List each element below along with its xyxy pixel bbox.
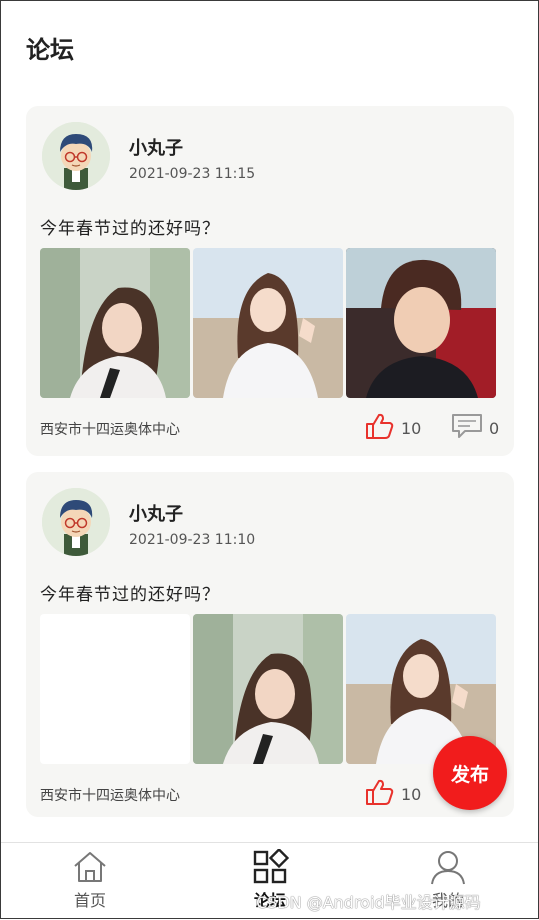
comment-count: 0 [489, 418, 500, 438]
thumbs-up-icon [365, 412, 395, 444]
home-icon [71, 849, 109, 885]
like-count: 10 [401, 784, 422, 804]
post-photo[interactable] [193, 248, 343, 398]
username: 小丸子 [129, 138, 183, 159]
post-card[interactable]: 小丸子 2021-09-23 11:15 今年春节过的还好吗？ 西安市十四运奥体… [26, 106, 514, 456]
like-button[interactable]: 10 [365, 778, 422, 810]
tab-home[interactable]: 首页 [30, 843, 150, 920]
comment-icon [451, 412, 483, 444]
like-count: 10 [401, 418, 422, 438]
post-location: 西安市十四运奥体中心 [40, 422, 180, 438]
thumbs-up-icon [365, 778, 395, 810]
page-title: 论坛 [26, 36, 74, 64]
post-time: 2021-09-23 11:15 [129, 166, 256, 182]
post-time: 2021-09-23 11:10 [129, 532, 256, 548]
app-header: 论坛 [0, 0, 539, 90]
publish-button[interactable]: 发布 [433, 736, 507, 810]
comment-button[interactable]: 0 [451, 414, 499, 442]
post-text: 今年春节过的还好吗？ [40, 219, 220, 239]
post-photos [40, 614, 496, 764]
like-button[interactable]: 10 [365, 412, 422, 444]
post-photo[interactable] [193, 614, 343, 764]
post-photos [40, 248, 496, 398]
user-icon [429, 849, 467, 885]
tab-label: 首页 [73, 891, 106, 910]
grid-icon [251, 847, 290, 885]
post-location: 西安市十四运奥体中心 [40, 788, 180, 804]
post-photo[interactable] [40, 248, 190, 398]
username: 小丸子 [129, 504, 183, 525]
post-photo-blank[interactable] [40, 614, 190, 764]
post-text: 今年春节过的还好吗？ [40, 585, 220, 605]
avatar[interactable] [42, 122, 110, 190]
post-photo[interactable] [346, 248, 496, 398]
watermark: CSDN @Android毕业设计源码 [256, 893, 481, 912]
avatar[interactable] [42, 488, 110, 556]
